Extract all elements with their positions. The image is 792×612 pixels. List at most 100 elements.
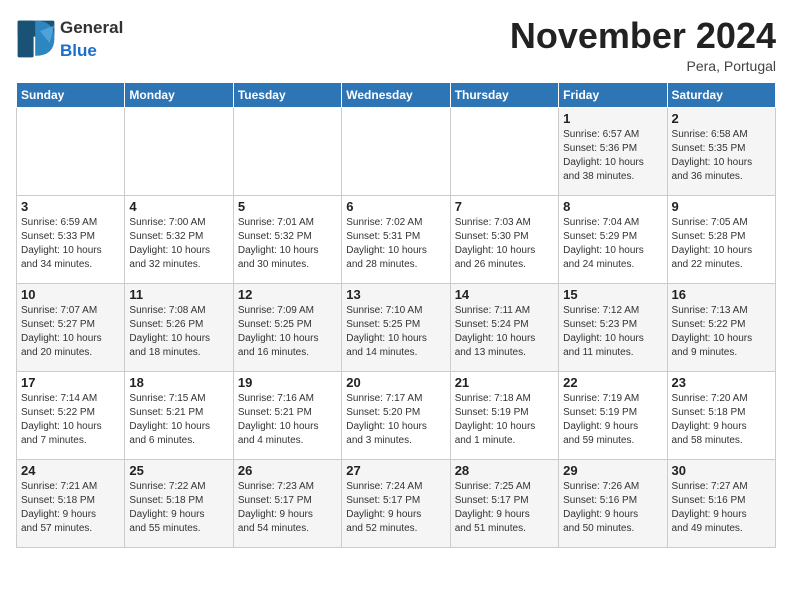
- day-info: Sunrise: 7:09 AM Sunset: 5:25 PM Dayligh…: [238, 304, 337, 360]
- day-info: Sunrise: 7:27 AM Sunset: 5:16 PM Dayligh…: [672, 480, 771, 536]
- day-info: Sunrise: 7:03 AM Sunset: 5:30 PM Dayligh…: [455, 216, 554, 272]
- calendar-cell: 7 Sunrise: 7:03 AM Sunset: 5:30 PM Daylig…: [450, 195, 558, 283]
- calendar-cell: 20 Sunrise: 7:17 AM Sunset: 5:20 PM Dayli…: [342, 371, 450, 459]
- weekday-header-saturday: Saturday: [667, 82, 775, 107]
- calendar-cell: [233, 107, 341, 195]
- day-info: Sunrise: 7:11 AM Sunset: 5:24 PM Dayligh…: [455, 304, 554, 360]
- day-info: Sunrise: 7:26 AM Sunset: 5:16 PM Dayligh…: [563, 480, 662, 536]
- weekday-header-thursday: Thursday: [450, 82, 558, 107]
- day-info: Sunrise: 6:58 AM Sunset: 5:35 PM Dayligh…: [672, 128, 771, 184]
- weekday-header-sunday: Sunday: [17, 82, 125, 107]
- day-number: 16: [672, 287, 771, 302]
- day-number: 7: [455, 199, 554, 214]
- title-block: November 2024 Pera, Portugal: [510, 16, 776, 74]
- calendar-cell: 15Sunrise: 7:12 AM Sunset: 5:23 PM Dayli…: [559, 283, 667, 371]
- day-number: 18: [129, 375, 228, 390]
- page-header: General Blue November 2024 Pera, Portuga…: [16, 16, 776, 74]
- calendar-cell: [125, 107, 233, 195]
- calendar-cell: 21 Sunrise: 7:18 AM Sunset: 5:19 PM Dayli…: [450, 371, 558, 459]
- day-info: Sunrise: 7:13 AM Sunset: 5:22 PM Dayligh…: [672, 304, 771, 360]
- day-info: Sunrise: 7:07 AM Sunset: 5:27 PM Dayligh…: [21, 304, 120, 360]
- day-number: 13: [346, 287, 445, 302]
- calendar-cell: 4Sunrise: 7:00 AM Sunset: 5:32 PM Daylig…: [125, 195, 233, 283]
- day-number: 9: [672, 199, 771, 214]
- day-number: 26: [238, 463, 337, 478]
- day-number: 22: [563, 375, 662, 390]
- day-number: 30: [672, 463, 771, 478]
- day-info: Sunrise: 7:02 AM Sunset: 5:31 PM Dayligh…: [346, 216, 445, 272]
- weekday-header-friday: Friday: [559, 82, 667, 107]
- day-number: 6: [346, 199, 445, 214]
- day-number: 29: [563, 463, 662, 478]
- day-info: Sunrise: 7:22 AM Sunset: 5:18 PM Dayligh…: [129, 480, 228, 536]
- day-info: Sunrise: 7:23 AM Sunset: 5:17 PM Dayligh…: [238, 480, 337, 536]
- day-number: 24: [21, 463, 120, 478]
- day-info: Sunrise: 7:21 AM Sunset: 5:18 PM Dayligh…: [21, 480, 120, 536]
- calendar-cell: 19 Sunrise: 7:16 AM Sunset: 5:21 PM Dayli…: [233, 371, 341, 459]
- location: Pera, Portugal: [510, 58, 776, 74]
- day-info: Sunrise: 7:18 AM Sunset: 5:19 PM Dayligh…: [455, 392, 554, 448]
- day-info: Sunrise: 7:17 AM Sunset: 5:20 PM Dayligh…: [346, 392, 445, 448]
- day-info: Sunrise: 7:14 AM Sunset: 5:22 PM Dayligh…: [21, 392, 120, 448]
- day-number: 20: [346, 375, 445, 390]
- day-info: Sunrise: 7:01 AM Sunset: 5:32 PM Dayligh…: [238, 216, 337, 272]
- calendar-cell: 27 Sunrise: 7:24 AM Sunset: 5:17 PM Dayli…: [342, 459, 450, 547]
- day-number: 5: [238, 199, 337, 214]
- month-title: November 2024: [510, 16, 776, 56]
- calendar-week-row: 10 Sunrise: 7:07 AM Sunset: 5:27 PM Dayli…: [17, 283, 776, 371]
- day-number: 3: [21, 199, 120, 214]
- calendar-cell: 24 Sunrise: 7:21 AM Sunset: 5:18 PM Dayli…: [17, 459, 125, 547]
- calendar-cell: [450, 107, 558, 195]
- calendar-cell: 6 Sunrise: 7:02 AM Sunset: 5:31 PM Daylig…: [342, 195, 450, 283]
- calendar-cell: 25 Sunrise: 7:22 AM Sunset: 5:18 PM Dayli…: [125, 459, 233, 547]
- calendar-cell: 5 Sunrise: 7:01 AM Sunset: 5:32 PM Daylig…: [233, 195, 341, 283]
- day-number: 8: [563, 199, 662, 214]
- day-number: 10: [21, 287, 120, 302]
- day-info: Sunrise: 7:24 AM Sunset: 5:17 PM Dayligh…: [346, 480, 445, 536]
- calendar-cell: 26 Sunrise: 7:23 AM Sunset: 5:17 PM Dayli…: [233, 459, 341, 547]
- day-info: Sunrise: 6:59 AM Sunset: 5:33 PM Dayligh…: [21, 216, 120, 272]
- calendar-cell: 11 Sunrise: 7:08 AM Sunset: 5:26 PM Dayli…: [125, 283, 233, 371]
- day-info: Sunrise: 7:05 AM Sunset: 5:28 PM Dayligh…: [672, 216, 771, 272]
- day-info: Sunrise: 7:10 AM Sunset: 5:25 PM Dayligh…: [346, 304, 445, 360]
- day-number: 28: [455, 463, 554, 478]
- day-number: 15: [563, 287, 662, 302]
- calendar-cell: 22Sunrise: 7:19 AM Sunset: 5:19 PM Dayli…: [559, 371, 667, 459]
- calendar-cell: 10 Sunrise: 7:07 AM Sunset: 5:27 PM Dayli…: [17, 283, 125, 371]
- weekday-header-tuesday: Tuesday: [233, 82, 341, 107]
- day-info: Sunrise: 7:08 AM Sunset: 5:26 PM Dayligh…: [129, 304, 228, 360]
- calendar-cell: 1Sunrise: 6:57 AM Sunset: 5:36 PM Daylig…: [559, 107, 667, 195]
- day-number: 12: [238, 287, 337, 302]
- day-number: 11: [129, 287, 228, 302]
- day-info: Sunrise: 7:04 AM Sunset: 5:29 PM Dayligh…: [563, 216, 662, 272]
- day-number: 17: [21, 375, 120, 390]
- calendar-cell: 16 Sunrise: 7:13 AM Sunset: 5:22 PM Dayli…: [667, 283, 775, 371]
- calendar-cell: 28Sunrise: 7:25 AM Sunset: 5:17 PM Dayli…: [450, 459, 558, 547]
- calendar-cell: 23 Sunrise: 7:20 AM Sunset: 5:18 PM Dayli…: [667, 371, 775, 459]
- calendar-cell: [342, 107, 450, 195]
- logo-blue-text: Blue: [60, 41, 97, 60]
- logo-general-text: General: [60, 18, 123, 37]
- calendar-cell: 9 Sunrise: 7:05 AM Sunset: 5:28 PM Daylig…: [667, 195, 775, 283]
- day-number: 25: [129, 463, 228, 478]
- day-number: 4: [129, 199, 228, 214]
- day-number: 1: [563, 111, 662, 126]
- calendar-cell: 14Sunrise: 7:11 AM Sunset: 5:24 PM Dayli…: [450, 283, 558, 371]
- weekday-header-monday: Monday: [125, 82, 233, 107]
- calendar-cell: [17, 107, 125, 195]
- calendar-table: SundayMondayTuesdayWednesdayThursdayFrid…: [16, 82, 776, 548]
- day-info: Sunrise: 7:16 AM Sunset: 5:21 PM Dayligh…: [238, 392, 337, 448]
- calendar-cell: 3 Sunrise: 6:59 AM Sunset: 5:33 PM Daylig…: [17, 195, 125, 283]
- day-info: Sunrise: 7:20 AM Sunset: 5:18 PM Dayligh…: [672, 392, 771, 448]
- calendar-cell: 30 Sunrise: 7:27 AM Sunset: 5:16 PM Dayli…: [667, 459, 775, 547]
- calendar-week-row: 24 Sunrise: 7:21 AM Sunset: 5:18 PM Dayli…: [17, 459, 776, 547]
- day-number: 23: [672, 375, 771, 390]
- day-number: 21: [455, 375, 554, 390]
- day-number: 19: [238, 375, 337, 390]
- calendar-header-row: SundayMondayTuesdayWednesdayThursdayFrid…: [17, 82, 776, 107]
- day-number: 27: [346, 463, 445, 478]
- calendar-cell: 18Sunrise: 7:15 AM Sunset: 5:21 PM Dayli…: [125, 371, 233, 459]
- calendar-week-row: 17 Sunrise: 7:14 AM Sunset: 5:22 PM Dayli…: [17, 371, 776, 459]
- logo: General Blue: [16, 16, 123, 62]
- calendar-cell: 17 Sunrise: 7:14 AM Sunset: 5:22 PM Dayli…: [17, 371, 125, 459]
